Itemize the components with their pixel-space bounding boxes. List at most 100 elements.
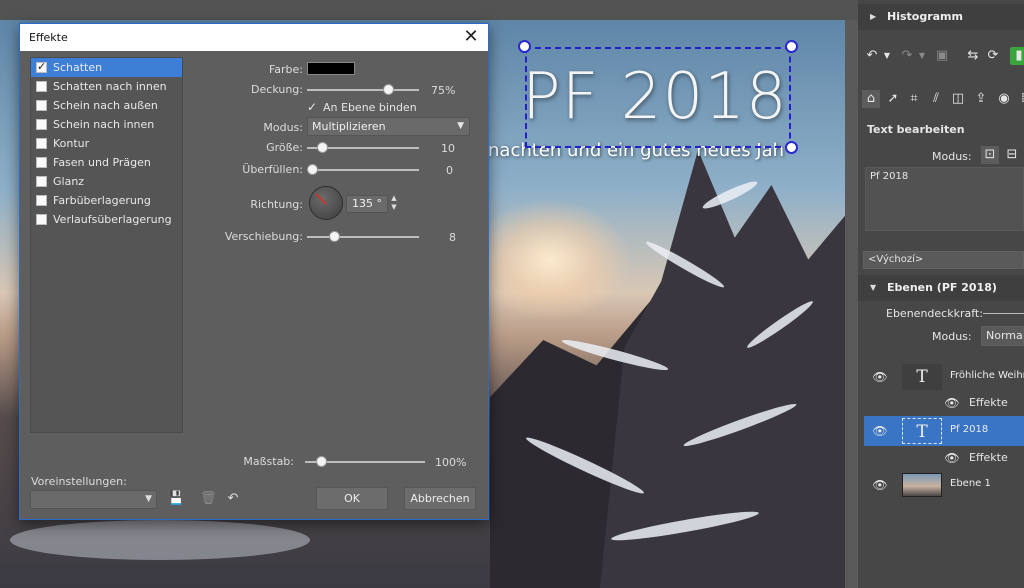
scale-slider[interactable] <box>305 455 425 469</box>
slider-thumb[interactable] <box>315 456 327 467</box>
text-layer-thumbnail-icon: T <box>902 364 942 390</box>
resize-handle-bottom-right[interactable] <box>785 141 798 154</box>
rotate-icon[interactable]: ⟳ <box>984 47 1002 65</box>
delete-preset-icon[interactable]: 🗑 <box>200 491 217 507</box>
text-selection-box[interactable] <box>525 47 791 148</box>
angle-dial[interactable] <box>309 186 343 220</box>
histogram-header[interactable]: ▶ Histogramm <box>858 4 1024 30</box>
checkmark-icon: ✓ <box>307 100 318 114</box>
effect-checkbox[interactable] <box>36 157 47 168</box>
crop-icon[interactable]: ⌗ <box>905 90 923 108</box>
eye-icon[interactable]: ◉ <box>995 90 1013 108</box>
text-line-mode-icon[interactable]: ⊟ <box>1003 146 1021 164</box>
eye-icon[interactable]: 👁 <box>944 396 960 410</box>
effect-item[interactable]: Fasen und Prägen <box>31 153 182 172</box>
effect-item[interactable]: Verlaufsüberlagerung <box>31 210 182 229</box>
slider-thumb[interactable] <box>382 84 394 95</box>
eye-icon[interactable]: 👁 <box>872 370 888 384</box>
angle-input[interactable]: 135 ° <box>346 195 388 213</box>
size-row: Größe: <box>200 139 303 157</box>
blend-mode-select[interactable]: Multiplizieren ▼ <box>307 117 470 136</box>
layer-name: Fröhliche Weihn <box>950 370 1024 381</box>
spread-slider[interactable] <box>307 163 419 177</box>
layer-effects-row[interactable]: 👁 Effekte <box>944 394 1024 412</box>
effect-checkbox[interactable] <box>36 81 47 92</box>
select-arrow-icon[interactable]: ➚ <box>884 90 902 108</box>
effect-item[interactable]: Schein nach innen <box>31 115 182 134</box>
chevron-down-icon[interactable]: ▼ <box>878 47 896 65</box>
angle-spinner[interactable]: ▲ ▼ <box>389 194 399 214</box>
color-label: Farbe: <box>268 63 303 76</box>
layer-effects-row[interactable]: 👁 Effekte <box>944 449 1024 467</box>
layer-effects-label: Effekte <box>969 396 1008 409</box>
layer-row[interactable]: 👁 Ebene 1 <box>864 470 1024 500</box>
image-icon[interactable]: ▣ <box>933 47 951 65</box>
effect-checkbox[interactable] <box>36 195 47 206</box>
text-style-select[interactable]: <Výchozí> <box>863 251 1024 269</box>
effect-label: Schatten nach innen <box>53 80 167 93</box>
effect-item[interactable]: Schatten <box>31 58 182 77</box>
slider-track <box>307 89 419 91</box>
ok-button[interactable]: OK <box>316 487 388 510</box>
effect-checkbox[interactable] <box>36 176 47 187</box>
effect-item[interactable]: Farbüberlagerung <box>31 191 182 210</box>
layer-row[interactable]: 👁 T Fröhliche Weihn <box>864 362 1024 392</box>
layers-header[interactable]: ▼ Ebenen (PF 2018) <box>858 275 1024 301</box>
dialog-titlebar[interactable]: Effekte ✕ <box>20 24 488 51</box>
eye-icon[interactable]: 👁 <box>872 424 888 438</box>
size-slider[interactable] <box>307 141 419 155</box>
text-tool-icon[interactable]: ⁞ <box>1014 90 1024 108</box>
text-box-mode-icon[interactable]: ⊡ <box>981 146 999 164</box>
layer-opacity-slider[interactable] <box>983 313 1024 314</box>
export-icon[interactable]: ⇪ <box>972 90 990 108</box>
effect-item[interactable]: Glanz <box>31 172 182 191</box>
effect-item[interactable]: Kontur <box>31 134 182 153</box>
color-swatch[interactable] <box>307 62 355 75</box>
effect-label: Kontur <box>53 137 90 150</box>
size-label: Größe: <box>266 141 303 154</box>
scale-value: 100% <box>435 456 467 469</box>
effect-label: Schatten <box>53 61 103 74</box>
opacity-slider[interactable] <box>307 83 419 97</box>
home-icon[interactable]: ⌂ <box>862 90 880 108</box>
layer-name: Pf 2018 <box>950 424 989 435</box>
presets-select[interactable]: ▼ <box>30 490 157 509</box>
offset-value: 8 <box>449 231 456 244</box>
chevron-up-icon[interactable]: ▲ <box>389 194 399 203</box>
slider-thumb[interactable] <box>307 164 318 175</box>
close-icon[interactable]: ✕ <box>460 26 482 48</box>
resize-handle-top-left[interactable] <box>518 40 531 53</box>
effect-label: Schein nach außen <box>53 99 158 112</box>
snow-ground <box>10 520 310 560</box>
bind-to-layer-checkbox[interactable]: ✓ An Ebene binden <box>307 100 417 114</box>
effect-checkbox[interactable] <box>36 119 47 130</box>
slider-thumb[interactable] <box>329 231 341 242</box>
effect-item[interactable]: Schein nach außen <box>31 96 182 115</box>
flip-horizontal-icon[interactable]: ⇆ <box>964 47 982 65</box>
cancel-button[interactable]: Abbrechen <box>404 487 476 510</box>
effect-checkbox[interactable] <box>36 138 47 149</box>
eye-icon[interactable]: 👁 <box>944 451 960 465</box>
offset-slider[interactable] <box>307 230 419 244</box>
effect-item[interactable]: Schatten nach innen <box>31 77 182 96</box>
perspective-icon[interactable]: ⫽ <box>927 90 945 108</box>
chevron-down-icon[interactable]: ▼ <box>913 47 931 65</box>
eye-icon[interactable]: 👁 <box>872 478 888 492</box>
chevron-down-icon[interactable]: ▼ <box>389 203 399 212</box>
text-content-area[interactable]: Pf 2018 <box>865 167 1024 231</box>
slider-thumb[interactable] <box>317 142 329 153</box>
effect-checkbox[interactable] <box>36 214 47 225</box>
canvas-vertical-scrollbar[interactable] <box>845 20 858 588</box>
resize-handle-top-right[interactable] <box>785 40 798 53</box>
undo-icon[interactable]: ↶ <box>225 491 241 507</box>
effect-checkbox[interactable] <box>36 100 47 111</box>
save-icon[interactable]: ▮ <box>1010 47 1024 65</box>
layer-mode-select[interactable]: Normal <box>981 326 1024 346</box>
presets-label: Voreinstellungen: <box>31 475 127 488</box>
save-preset-icon[interactable]: 💾 <box>168 491 184 507</box>
offset-label: Verschiebung: <box>224 230 303 243</box>
transform-icon[interactable]: ◫ <box>949 90 967 108</box>
layer-row-selected[interactable]: 👁 T Pf 2018 <box>864 416 1024 446</box>
chevron-down-icon: ▼ <box>457 121 464 131</box>
effect-checkbox[interactable] <box>36 60 47 73</box>
